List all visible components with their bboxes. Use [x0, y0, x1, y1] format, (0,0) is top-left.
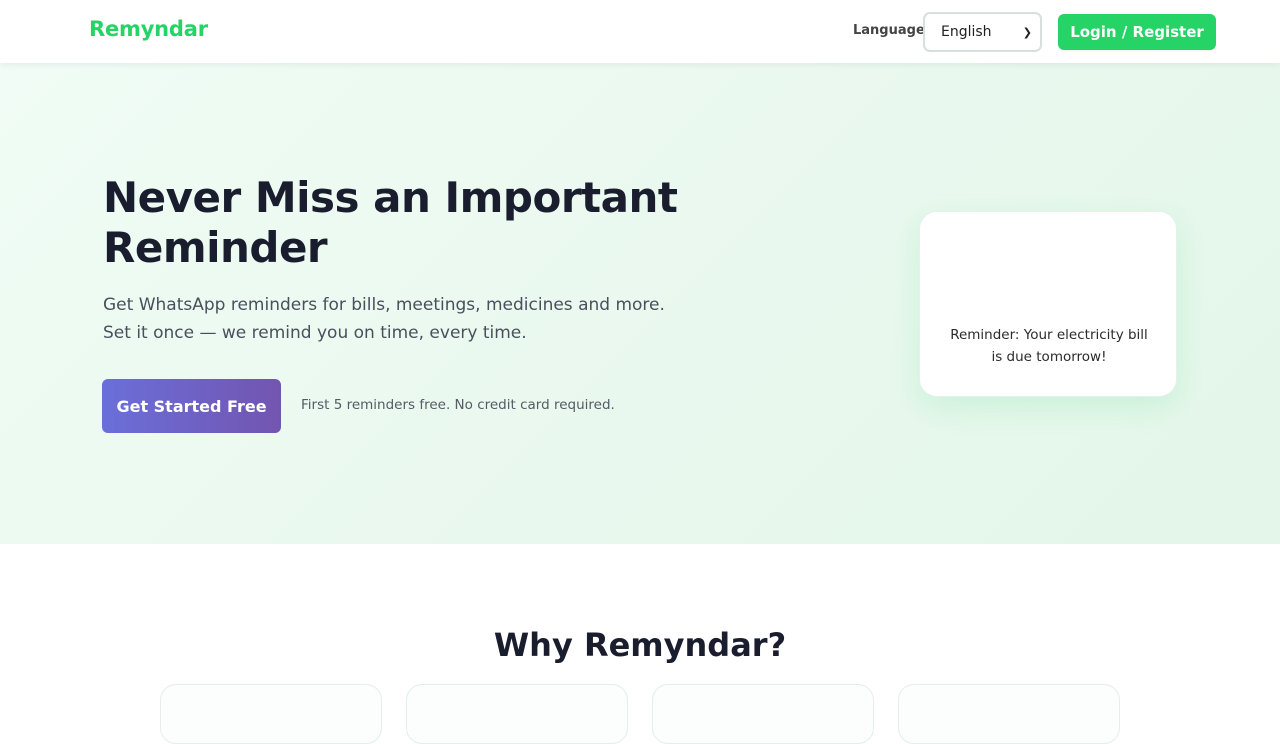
chevron-down-icon: ❯ — [1022, 25, 1032, 39]
feature-card — [652, 684, 874, 744]
language-selected-value: English — [941, 24, 992, 40]
reminder-message: Reminder: Your electricity bill is due t… — [950, 327, 1148, 365]
hero-subtitle-line-2: Set it once — we remind you on time, eve… — [103, 323, 527, 343]
hero-title: Never Miss an Important Reminder — [103, 173, 678, 272]
feature-card — [160, 684, 382, 744]
features-title: Why Remyndar? — [493, 626, 787, 664]
feature-card — [898, 684, 1120, 744]
get-started-button[interactable]: Get Started Free — [102, 379, 281, 433]
hero-subtitle-line-1: Get WhatsApp reminders for bills, meetin… — [103, 295, 665, 315]
language-label: Language — [853, 23, 925, 38]
login-register-button[interactable]: Login / Register — [1058, 14, 1216, 50]
brand-logo[interactable]: Remyndar — [89, 17, 208, 41]
feature-card — [406, 684, 628, 744]
reminder-preview-card: Reminder: Your electricity bill is due t… — [919, 211, 1177, 397]
hero-subtitle: Get WhatsApp reminders for bills, meetin… — [103, 291, 703, 347]
language-select[interactable]: English ❯ — [923, 12, 1042, 52]
top-navbar: Remyndar Language English ❯ Login / Regi… — [0, 0, 1280, 63]
cta-note: First 5 reminders free. No credit card r… — [301, 397, 615, 413]
hero-section: Never Miss an Important Reminder Get Wha… — [0, 63, 1280, 544]
